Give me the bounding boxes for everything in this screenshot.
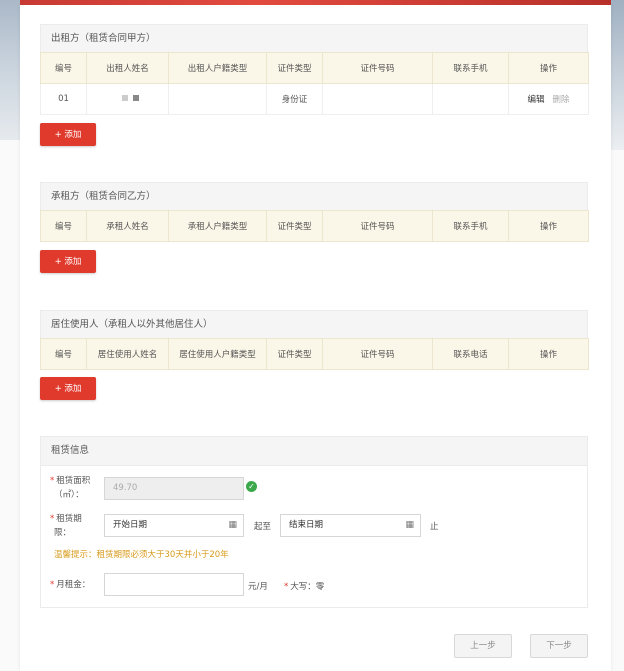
id-number-cell <box>322 83 433 115</box>
column-header: 证件类型 <box>266 338 323 370</box>
id-type-cell: 身份证 <box>266 83 323 115</box>
delete-link[interactable]: 删除 <box>553 95 570 105</box>
required-mark: * <box>50 476 55 486</box>
check-icon: ✓ <box>246 481 257 492</box>
household-type-cell <box>168 83 267 115</box>
lessee-table-header: 编号 承租人姓名 承租人户籍类型 证件类型 证件号码 联系手机 操作 <box>40 210 589 242</box>
start-date-field[interactable]: 开始日期 ▦ <box>104 514 244 537</box>
area-unit-label: （㎡）： <box>54 490 84 500</box>
lessee-section-title: 承租方（租赁合同乙方） <box>40 182 588 210</box>
column-header: 操作 <box>508 52 589 84</box>
lessor-table: 编号 出租人姓名 出租人户籍类型 证件类型 证件号码 联系手机 操作 01 身份… <box>40 52 589 115</box>
column-header: 证件类型 <box>266 52 323 84</box>
top-accent-bar <box>20 0 611 5</box>
resident-section-title: 居住使用人（承租人以外其他居住人） <box>40 310 588 338</box>
actions-cell: 编辑 删除 <box>508 83 589 115</box>
resident-table-header: 编号 居住使用人姓名 居住使用人户籍类型 证件类型 证件号码 联系电话 操作 <box>40 338 589 370</box>
next-step-button[interactable]: 下一步 <box>530 634 588 658</box>
term-label-cont: 限： <box>54 528 72 538</box>
column-header: 出租人姓名 <box>86 52 169 84</box>
end-date-field[interactable]: 结束日期 ▦ <box>280 514 421 537</box>
add-lessee-button[interactable]: + 添加 <box>40 250 96 273</box>
column-header: 证件号码 <box>322 210 433 242</box>
lease-section-title: 租赁信息 <box>41 437 587 466</box>
column-header: 编号 <box>40 338 87 370</box>
lessor-table-header: 编号 出租人姓名 出租人户籍类型 证件类型 证件号码 联系手机 操作 <box>40 52 589 84</box>
background-left <box>0 0 22 140</box>
column-header: 联系手机 <box>432 52 509 84</box>
column-header: 出租人户籍类型 <box>168 52 267 84</box>
column-header: 联系电话 <box>432 338 509 370</box>
background-right <box>610 0 624 150</box>
capital-amount: * 大写：零 <box>284 582 325 592</box>
column-header: 居住使用人姓名 <box>86 338 169 370</box>
add-resident-button[interactable]: + 添加 <box>40 377 96 400</box>
term-hint: 温馨提示：租赁期限必须大于30天并小于20年 <box>54 550 229 560</box>
edit-link[interactable]: 编辑 <box>527 95 544 105</box>
column-header: 操作 <box>508 338 589 370</box>
lessor-section-title: 出租方（租赁合同甲方） <box>40 24 588 52</box>
resident-table: 编号 居住使用人姓名 居住使用人户籍类型 证件类型 证件号码 联系电话 操作 <box>40 338 589 370</box>
from-text: 起至 <box>254 522 272 532</box>
required-mark: * <box>50 514 55 524</box>
phone-cell <box>432 83 509 115</box>
rent-label: * 月租金： <box>50 580 91 590</box>
lessee-table: 编号 承租人姓名 承租人户籍类型 证件类型 证件号码 联系手机 操作 <box>40 210 589 242</box>
column-header: 操作 <box>508 210 589 242</box>
end-date-placeholder: 结束日期 <box>289 520 324 530</box>
column-header: 编号 <box>40 210 87 242</box>
monthly-rent-field[interactable] <box>104 573 244 596</box>
column-header: 编号 <box>40 52 87 84</box>
table-row: 01 身份证 编辑 删除 <box>40 83 589 115</box>
lessor-name-redacted <box>86 83 169 115</box>
column-header: 证件号码 <box>322 52 433 84</box>
until-text: 止 <box>430 522 439 532</box>
column-header: 承租人姓名 <box>86 210 169 242</box>
area-field[interactable]: 49.70 <box>104 477 244 500</box>
redacted-mark <box>121 95 128 101</box>
required-mark: * <box>284 582 289 592</box>
area-label: * 租赁面积 <box>50 476 91 486</box>
required-mark: * <box>50 580 55 590</box>
calendar-icon: ▦ <box>405 520 414 530</box>
rent-unit: 元/月 <box>248 582 268 592</box>
calendar-icon: ▦ <box>228 520 237 530</box>
redacted-mark <box>132 95 139 101</box>
start-date-placeholder: 开始日期 <box>113 520 148 530</box>
column-header: 居住使用人户籍类型 <box>168 338 267 370</box>
column-header: 证件类型 <box>266 210 323 242</box>
column-header: 联系手机 <box>432 210 509 242</box>
column-header: 承租人户籍类型 <box>168 210 267 242</box>
column-header: 证件号码 <box>322 338 433 370</box>
term-label: * 租赁期 <box>50 514 82 524</box>
add-lessor-button[interactable]: + 添加 <box>40 123 96 146</box>
row-number: 01 <box>40 83 87 115</box>
prev-step-button[interactable]: 上一步 <box>454 634 512 658</box>
